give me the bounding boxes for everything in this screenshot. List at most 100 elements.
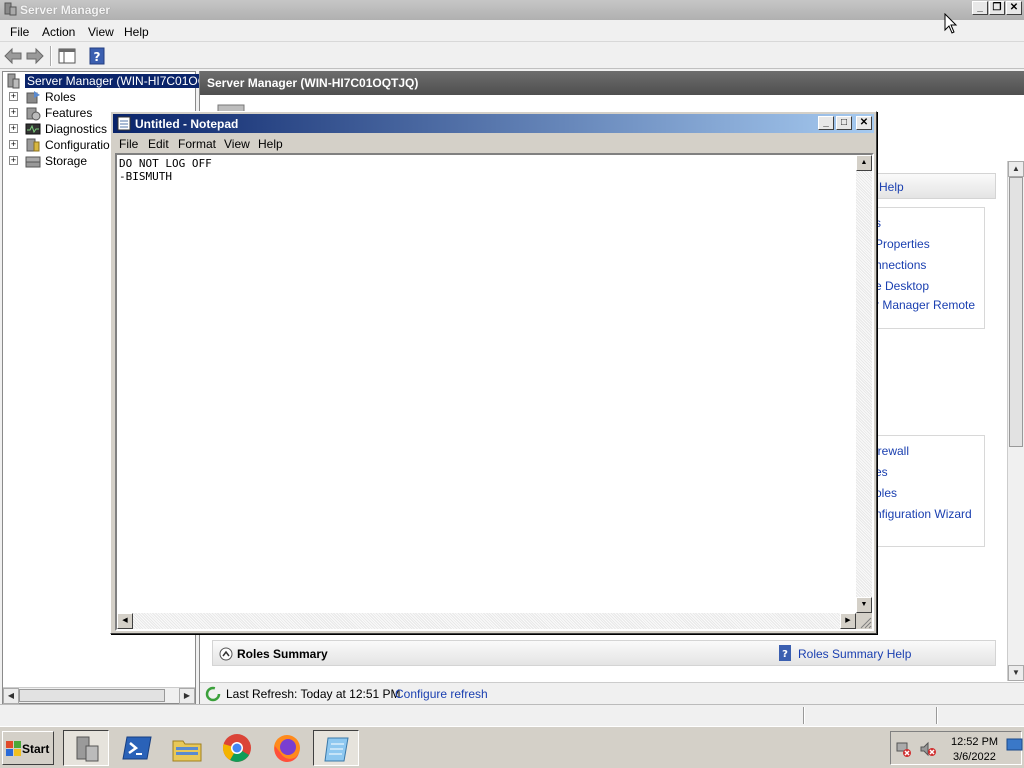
menu-help[interactable]: Help: [124, 25, 149, 39]
taskbar-chrome[interactable]: [214, 730, 260, 766]
server-manager-icon: [4, 2, 17, 16]
mouse-cursor-icon: [944, 13, 958, 34]
scroll-thumb[interactable]: [1009, 177, 1023, 447]
server-manager-titlebar[interactable]: Server Manager _ ❐ ✕: [0, 0, 1024, 20]
menu-format[interactable]: Format: [178, 137, 216, 151]
firefox-icon: [274, 735, 300, 762]
notepad-icon: [117, 116, 131, 131]
folder-icon: [172, 740, 202, 762]
help-icon[interactable]: ?: [87, 46, 107, 66]
scroll-down-icon[interactable]: ▼: [856, 597, 872, 613]
taskbar-server-manager[interactable]: [63, 730, 109, 766]
task-link[interactable]: oles: [875, 486, 897, 500]
tree-horizontal-scrollbar[interactable]: ◀ ▶: [3, 687, 195, 704]
resize-grip-icon[interactable]: [856, 613, 872, 629]
clock-time[interactable]: 12:52 PM: [951, 736, 998, 748]
network-icon[interactable]: [895, 740, 913, 758]
menu-view[interactable]: View: [88, 25, 114, 39]
roles-summary-section-header: Roles Summary ? Roles Summary Help: [212, 640, 996, 666]
minimize-button[interactable]: _: [818, 116, 834, 130]
task-link[interactable]: Properties: [875, 237, 930, 251]
status-separator: [803, 707, 805, 724]
expand-icon[interactable]: +: [9, 156, 18, 165]
menu-edit[interactable]: Edit: [148, 137, 169, 151]
server-summary-tasks: s Properties nnections e Desktop r Manag…: [860, 207, 985, 329]
task-link[interactable]: nnections: [875, 258, 926, 272]
notepad-horizontal-scrollbar[interactable]: ◀ ▶: [117, 613, 856, 629]
expand-icon[interactable]: +: [9, 108, 18, 117]
close-button[interactable]: ✕: [1006, 1, 1022, 15]
configure-refresh-link[interactable]: Configure refresh: [395, 687, 488, 701]
restore-button[interactable]: ❐: [989, 1, 1005, 15]
server-manager-toolbar: ?: [0, 43, 1024, 69]
notepad-text[interactable]: DO NOT LOG OFF -BISMUTH: [119, 157, 212, 183]
close-button[interactable]: ✕: [856, 116, 872, 130]
roles-summary-title: Roles Summary: [237, 647, 328, 661]
back-arrow-icon[interactable]: [3, 46, 23, 66]
taskbar-notepad[interactable]: [313, 730, 359, 766]
scroll-down-icon[interactable]: ▼: [1008, 665, 1024, 681]
configuration-icon: [26, 138, 40, 152]
taskbar-file-explorer[interactable]: [164, 730, 210, 766]
menu-action[interactable]: Action: [42, 25, 75, 39]
roles-icon: [26, 91, 40, 104]
clock-date[interactable]: 3/6/2022: [953, 751, 996, 763]
start-button[interactable]: Start: [2, 731, 54, 765]
volume-muted-icon[interactable]: [919, 740, 937, 758]
refresh-icon: [205, 686, 221, 702]
last-refresh-text: Last Refresh: Today at 12:51 PM: [226, 687, 401, 701]
notepad-titlebar[interactable]: Untitled - Notepad _ □ ✕: [113, 114, 874, 133]
notepad-title: Untitled - Notepad: [135, 117, 239, 131]
features-icon: [26, 107, 41, 121]
minimize-button[interactable]: _: [972, 1, 988, 15]
storage-icon: [25, 156, 41, 168]
expand-icon[interactable]: +: [9, 124, 18, 133]
show-desktop-icon[interactable]: [1006, 737, 1024, 753]
notepad-icon: [324, 737, 349, 762]
toolbar-separator: [50, 46, 52, 66]
scroll-right-icon[interactable]: ▶: [179, 688, 195, 704]
scroll-left-icon[interactable]: ◀: [117, 613, 133, 629]
menu-view[interactable]: View: [224, 137, 250, 151]
maximize-button[interactable]: □: [836, 116, 852, 130]
task-link[interactable]: irewall: [875, 444, 909, 458]
expand-icon[interactable]: +: [9, 92, 18, 101]
server-manager-statusbar: [0, 704, 1024, 726]
security-tasks: irewall es oles nfiguration Wizard: [860, 435, 985, 547]
help-icon: ?: [779, 645, 791, 661]
help-link[interactable]: Help: [879, 180, 904, 194]
server-icon: [7, 73, 20, 89]
forward-arrow-icon[interactable]: [25, 46, 45, 66]
expand-icon[interactable]: +: [9, 140, 18, 149]
collapse-icon[interactable]: [219, 647, 233, 661]
chrome-icon: [222, 734, 251, 762]
menu-file[interactable]: File: [10, 25, 29, 39]
details-vertical-scrollbar[interactable]: ▲ ▼: [1007, 161, 1024, 681]
server-manager-title: Server Manager: [20, 3, 111, 17]
scroll-thumb[interactable]: [19, 689, 165, 702]
notepad-vertical-scrollbar[interactable]: ▲ ▼: [856, 155, 872, 613]
taskbar-firefox[interactable]: [264, 730, 310, 766]
scroll-up-icon[interactable]: ▲: [1008, 161, 1024, 177]
tree-node-server-manager[interactable]: Server Manager (WIN-HI7C01OQT: [3, 73, 217, 89]
details-pane-header: Server Manager (WIN-HI7C01OQTJQ): [200, 71, 1024, 95]
svg-text:?: ?: [782, 649, 788, 660]
show-hide-console-tree-icon[interactable]: [57, 46, 77, 66]
task-link[interactable]: r Manager Remote: [875, 298, 975, 312]
menu-file[interactable]: File: [119, 137, 138, 151]
svg-text:?: ?: [94, 50, 101, 64]
scroll-left-icon[interactable]: ◀: [3, 688, 19, 704]
scroll-right-icon[interactable]: ▶: [840, 613, 856, 629]
task-link[interactable]: nfiguration Wizard: [875, 507, 972, 521]
roles-summary-help-link[interactable]: Roles Summary Help: [798, 647, 911, 661]
task-link[interactable]: e Desktop: [875, 279, 929, 293]
notepad-text-area[interactable]: DO NOT LOG OFF -BISMUTH ▲ ▼ ◀ ▶: [115, 153, 874, 631]
server-manager-menubar: File Action View Help: [0, 21, 1024, 42]
menu-help[interactable]: Help: [258, 137, 283, 151]
diagnostics-icon: [25, 123, 41, 135]
taskbar-powershell[interactable]: [114, 730, 160, 766]
refresh-status-bar: Last Refresh: Today at 12:51 PM Configur…: [200, 682, 1024, 704]
status-separator: [936, 707, 938, 724]
scroll-up-icon[interactable]: ▲: [856, 155, 872, 171]
windows-logo-icon: [6, 741, 21, 756]
